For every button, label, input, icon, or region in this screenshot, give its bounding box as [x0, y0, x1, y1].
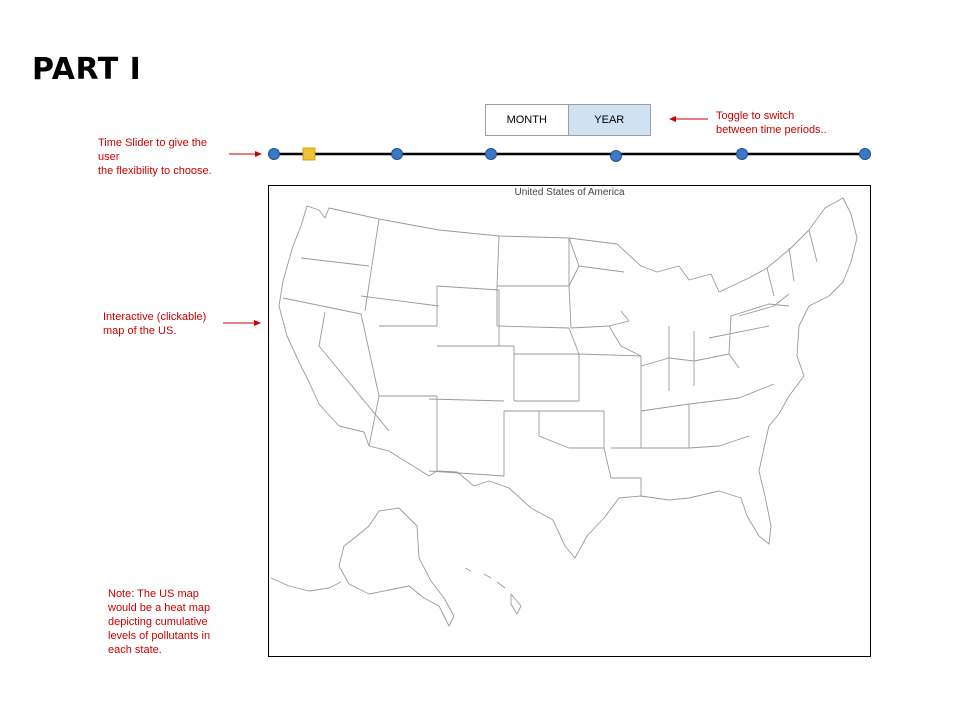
slider-stop[interactable] — [859, 148, 871, 160]
slider-handle[interactable] — [302, 147, 316, 161]
hawaii-outline — [464, 567, 522, 615]
slider-arrow-icon — [229, 151, 262, 157]
slider-stop[interactable] — [610, 150, 622, 162]
state-lines — [282, 218, 818, 496]
slider-stop[interactable] — [268, 148, 280, 160]
slider-stop[interactable] — [485, 148, 497, 160]
alaska-outline — [270, 507, 455, 627]
slider-stop[interactable] — [391, 148, 403, 160]
lower48-outline — [278, 197, 858, 559]
map-arrow-icon — [223, 320, 261, 326]
us-map-outline[interactable] — [269, 186, 872, 658]
us-map[interactable]: United States of America — [268, 185, 871, 657]
toggle-arrow-icon — [669, 116, 708, 122]
slider-stop[interactable] — [736, 148, 748, 160]
